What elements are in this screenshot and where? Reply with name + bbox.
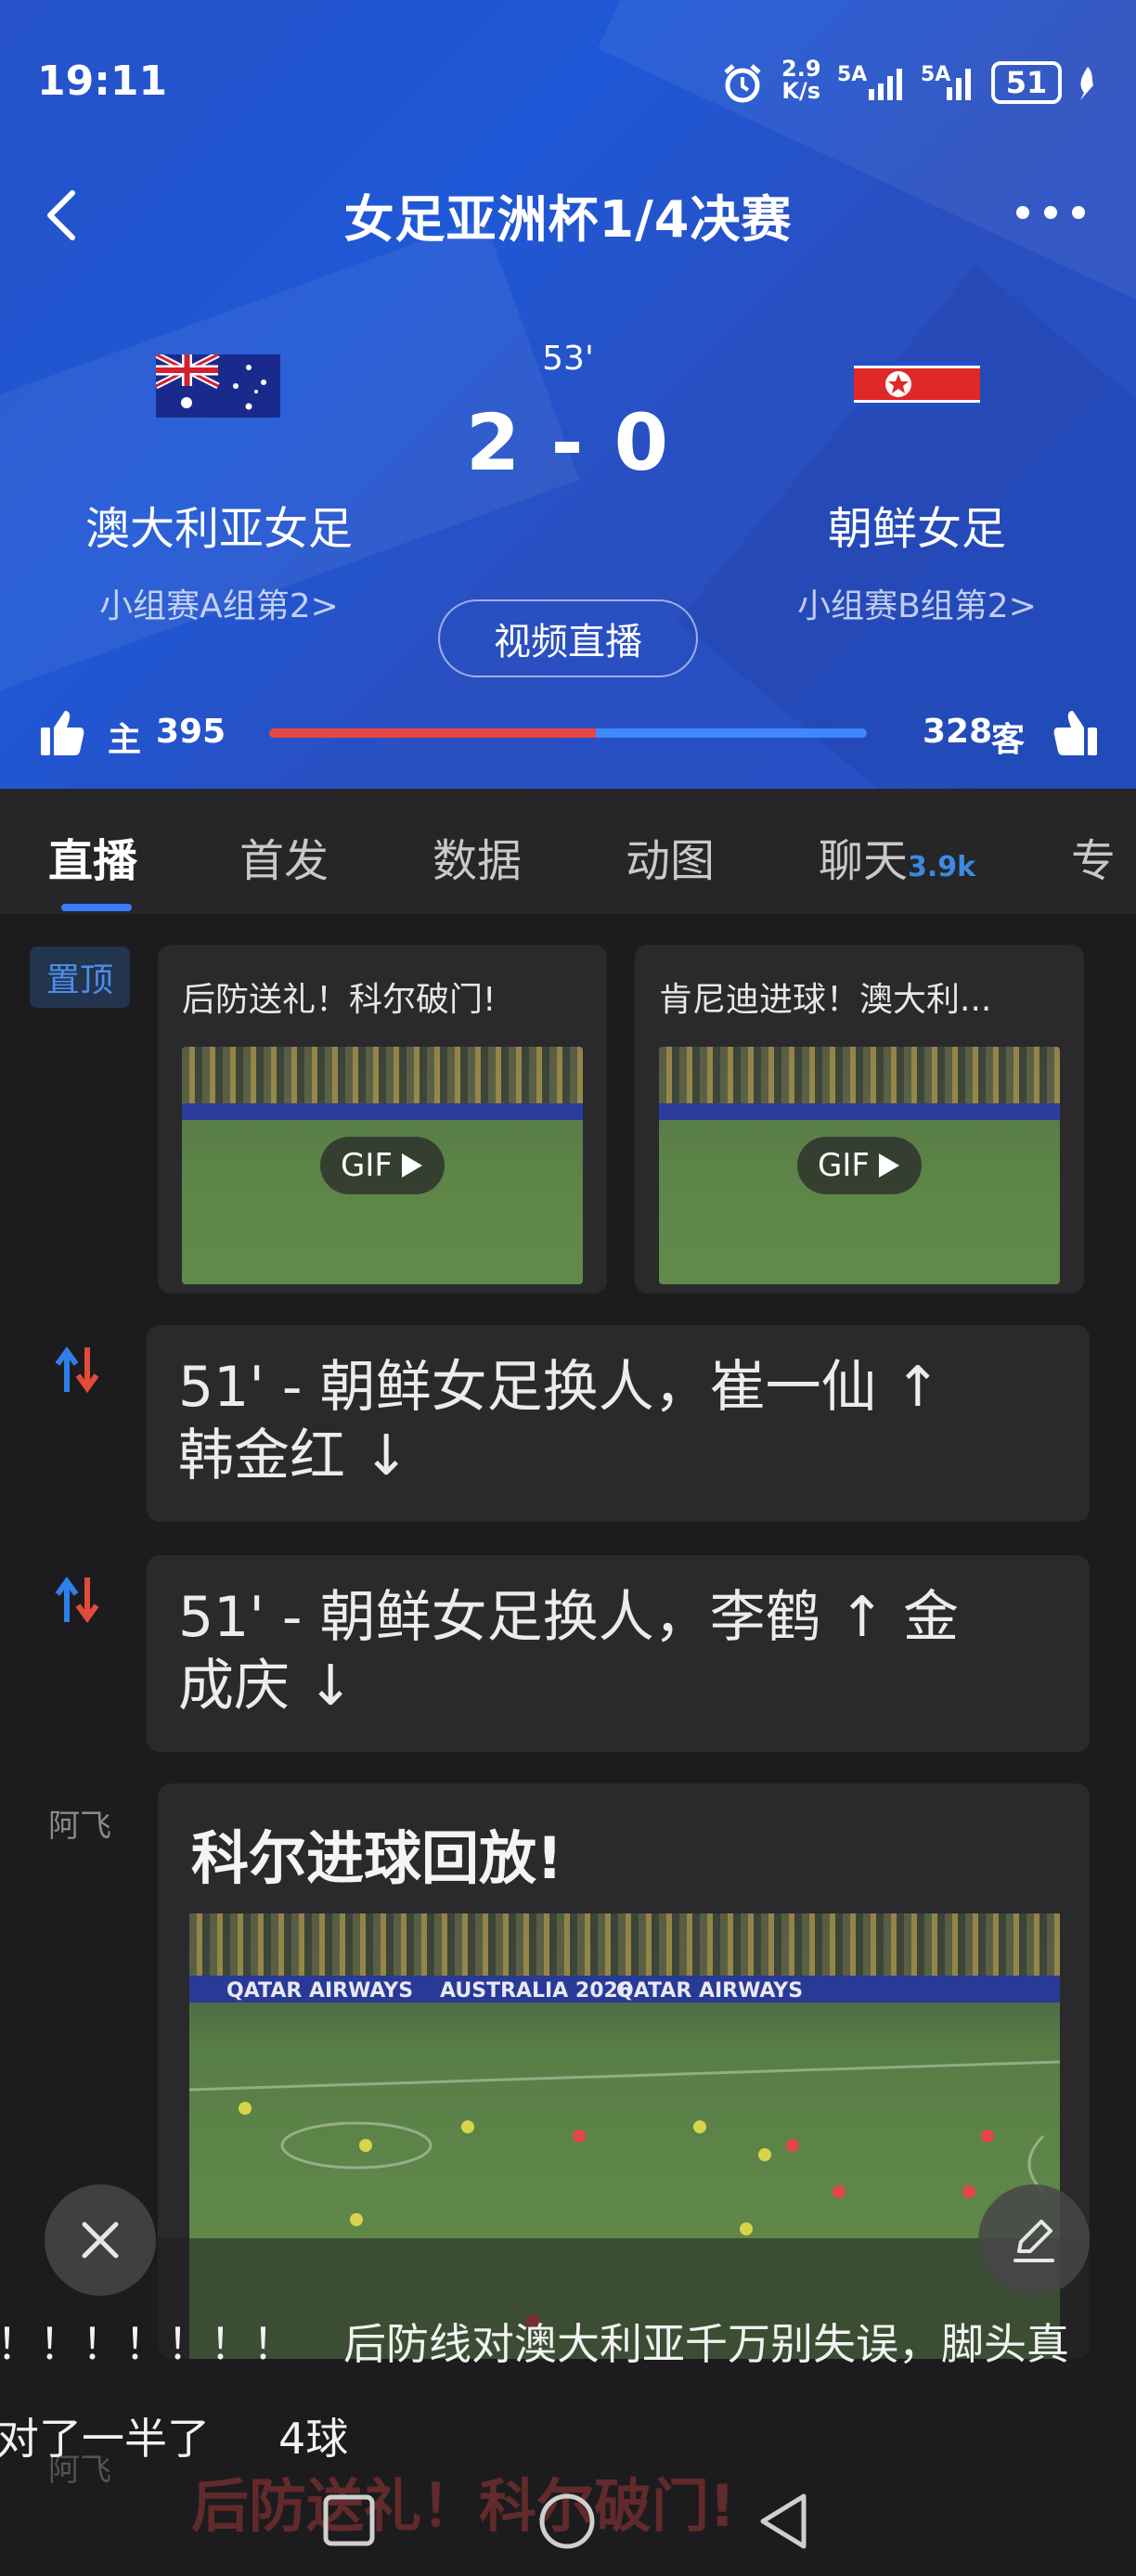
gif-card-title: 肯尼迪进球！澳大利... <box>659 981 992 1019</box>
gif-card[interactable]: 肯尼迪进球！澳大利... GIF <box>635 945 1084 1294</box>
substitution-icon <box>50 1342 106 1397</box>
gif-thumbnail: GIF <box>182 1047 583 1284</box>
vote-ratio-bar <box>269 728 867 738</box>
danmaku-message: ！！！！！！！ <box>0 2319 295 2369</box>
gif-card[interactable]: 后防送礼！科尔破门! GIF <box>158 945 607 1294</box>
danmaku-overlay: ！！！！！！！ 后防线对澳大利亚千万别失误，脚头真 对了一半了 4球 <box>0 2238 1136 2464</box>
home-team-name[interactable]: 澳大利亚女足 <box>33 492 405 557</box>
charging-icon <box>1075 65 1099 106</box>
score: 2 - 0 <box>465 397 671 488</box>
away-team-name[interactable]: 朝鲜女足 <box>731 492 1103 557</box>
home-votes: 395 <box>156 713 226 751</box>
alarm-icon <box>720 61 765 106</box>
gif-play-button[interactable]: GIF <box>797 1137 922 1194</box>
post-author[interactable]: 阿飞 <box>48 1800 111 1846</box>
match-header: 19:11 2.9 K/s 5A 5A 51 女足亚洲杯1/4决赛 53' 2 … <box>0 0 1136 789</box>
event-text-line1: 51' - 朝鲜女足换人，崔一仙 ↑ <box>178 1355 941 1420</box>
gif-card-title: 后防送礼！科尔破门! <box>182 981 497 1019</box>
page-title: 女足亚洲杯1/4决赛 <box>343 190 793 249</box>
gif-thumbnail: GIF <box>659 1047 1060 1284</box>
tab-chat-label: 聊天 <box>819 835 909 887</box>
danmaku-message: 4球 <box>278 2414 349 2464</box>
tab-bar: 直播 首发 数据 动图 聊天3.9k 专 <box>0 789 1136 914</box>
battery-icon: 51 <box>991 61 1062 104</box>
event-card: 51' - 朝鲜女足换人，崔一仙 ↑ 韩金红 ↓ <box>147 1325 1090 1522</box>
net-speed: 2.9 K/s <box>781 56 821 104</box>
substitution-icon <box>50 1572 106 1628</box>
post-title: 科尔进球回放! <box>191 1824 563 1892</box>
tab-chat[interactable]: 聊天3.9k <box>819 824 975 889</box>
home-team-group[interactable]: 小组赛A组第2> <box>33 579 405 627</box>
more-icon[interactable] <box>1013 199 1088 226</box>
play-icon <box>878 1153 899 1178</box>
gif-play-button[interactable]: GIF <box>320 1137 445 1194</box>
system-nav-bar <box>0 2468 1136 2576</box>
thumb-up-icon[interactable] <box>39 709 85 757</box>
video-live-button[interactable]: 视频直播 <box>438 599 698 677</box>
compose-danmaku-button[interactable] <box>978 2184 1090 2296</box>
event-text-line2: 韩金红 ↓ <box>178 1423 410 1488</box>
event-card: 51' - 朝鲜女足换人，李鹤 ↑ 金 成庆 ↓ <box>147 1555 1090 1752</box>
home-icon[interactable] <box>538 2492 596 2554</box>
tab-stats[interactable]: 数据 <box>432 824 522 889</box>
thumb-up-icon[interactable] <box>1052 709 1099 757</box>
close-icon <box>82 2222 119 2259</box>
home-label: 主 <box>108 721 142 759</box>
danmaku-message: 后防线对澳大利亚千万别失误，脚头真 <box>343 2319 1069 2369</box>
tab-live[interactable]: 直播 <box>48 824 137 889</box>
pinned-badge: 置顶 <box>30 947 130 1008</box>
close-danmaku-button[interactable] <box>45 2184 156 2296</box>
tab-special[interactable]: 专 <box>1071 824 1116 889</box>
danmaku-message: 对了一半了 <box>0 2414 210 2464</box>
tab-gifs[interactable]: 动图 <box>626 824 715 889</box>
play-icon <box>401 1153 422 1178</box>
active-tab-indicator <box>61 904 132 911</box>
away-team-group[interactable]: 小组赛B组第2> <box>731 579 1103 627</box>
tab-lineup[interactable]: 首发 <box>239 824 329 889</box>
back-nav-icon[interactable] <box>757 2492 809 2554</box>
recents-icon[interactable] <box>323 2494 375 2550</box>
away-label: 客 <box>991 721 1026 759</box>
event-text-line1: 51' - 朝鲜女足换人，李鹤 ↑ 金 <box>178 1585 960 1650</box>
edit-icon <box>1013 2220 1054 2262</box>
event-text-line2: 成庆 ↓ <box>178 1654 355 1719</box>
chat-count-badge: 3.9k <box>908 851 976 883</box>
match-minute: 53' <box>542 340 594 378</box>
status-time: 19:11 <box>37 58 168 105</box>
away-votes: 328 <box>923 713 993 751</box>
